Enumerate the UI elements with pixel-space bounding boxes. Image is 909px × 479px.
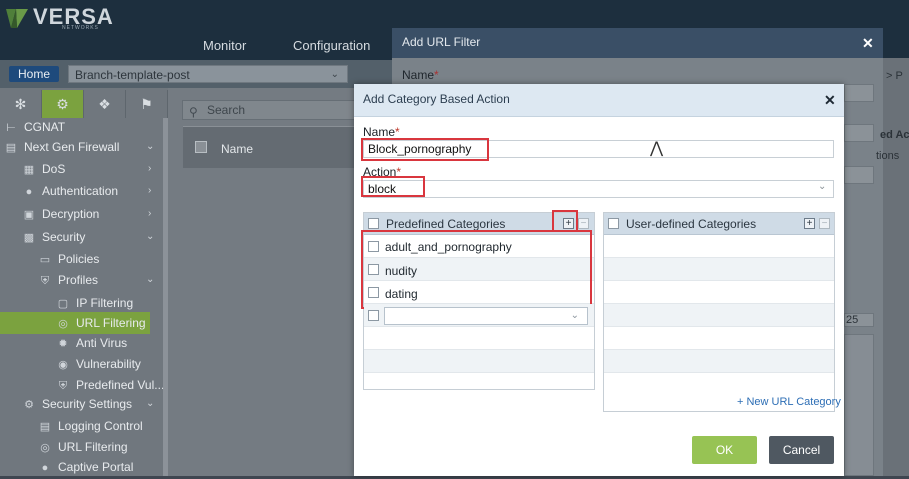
predefined-header-label: Predefined Categories bbox=[386, 217, 506, 231]
sidebar-item-authentication[interactable]: ● Authentication › bbox=[22, 180, 164, 202]
user-icon: ● bbox=[25, 186, 33, 198]
logo-subtitle: NETWORKS bbox=[62, 25, 99, 31]
tab-services-icon[interactable]: ⚙ bbox=[42, 90, 84, 118]
close-icon[interactable]: ✕ bbox=[862, 35, 874, 52]
row-checkbox[interactable] bbox=[368, 310, 379, 321]
sidebar-item-url-filtering[interactable]: ◎ URL Filtering bbox=[56, 312, 145, 334]
select-all-checkbox[interactable] bbox=[195, 141, 207, 153]
pager-count: 25 bbox=[846, 314, 859, 326]
empty-row bbox=[364, 350, 594, 373]
ok-button[interactable]: OK bbox=[692, 436, 757, 464]
dos-icon: ▦ bbox=[23, 164, 35, 176]
sidebar-item-security-settings[interactable]: ⚙ Security Settings ⌄ bbox=[22, 393, 164, 415]
url-filter-field-2[interactable] bbox=[844, 124, 874, 142]
firewall-icon: ▤ bbox=[5, 142, 17, 154]
url-filter-name-field[interactable] bbox=[844, 84, 874, 102]
user-defined-select-all-checkbox[interactable] bbox=[608, 218, 619, 229]
empty-row bbox=[364, 373, 594, 396]
chevron-down-icon: ⌄ bbox=[146, 141, 155, 152]
log-icon: ▤ bbox=[39, 421, 51, 433]
chevron-down-icon: ⌄ bbox=[330, 69, 339, 80]
predefined-actions-fragment: ed Ac bbox=[880, 129, 909, 141]
branch-select-value: Branch-template-post bbox=[75, 68, 190, 82]
shield-icon: ⛨ bbox=[40, 275, 50, 287]
sidebar-item-dos[interactable]: ▦ DoS › bbox=[22, 158, 164, 180]
tab-objects-icon[interactable]: ❖ bbox=[84, 90, 126, 118]
search-icon: ⚲ bbox=[189, 105, 198, 119]
empty-row bbox=[604, 327, 834, 350]
user-defined-header-label: User-defined Categories bbox=[626, 217, 757, 231]
chevron-right-icon: › bbox=[148, 163, 152, 174]
chevron-down-icon: ⌄ bbox=[146, 274, 155, 285]
empty-row bbox=[604, 281, 834, 304]
remove-icon[interactable]: − bbox=[578, 218, 589, 229]
sidebar-item-next-gen-firewall[interactable]: ▤ Next Gen Firewall ⌄ bbox=[4, 136, 164, 158]
home-button[interactable]: Home bbox=[9, 66, 59, 82]
tab-network-icon[interactable]: ✻ bbox=[0, 90, 42, 118]
url-filter-dialog-title: Add URL Filter bbox=[402, 35, 481, 49]
name-highlight-box bbox=[361, 138, 489, 161]
sidebar-item-ip-filtering[interactable]: ▢ IP Filtering bbox=[56, 292, 133, 314]
modal-title: Add Category Based Action bbox=[363, 92, 510, 106]
wall-icon: ▩ bbox=[23, 232, 35, 244]
empty-row bbox=[364, 327, 594, 350]
background-right-strip bbox=[883, 58, 909, 476]
sidebar-item-captive-portal[interactable]: ● Captive Portal bbox=[38, 456, 134, 478]
gear-icon: ⚙ bbox=[24, 399, 34, 411]
column-name-header[interactable]: Name bbox=[221, 142, 253, 156]
sidebar-item-profiles[interactable]: ⛨ Profiles ⌄ bbox=[38, 269, 164, 291]
sidebar-item-logging-control[interactable]: ▤ Logging Control bbox=[38, 415, 143, 437]
chevron-down-icon: ⌄ bbox=[570, 310, 579, 321]
url-filter-name-label: Name* bbox=[402, 68, 439, 82]
lock-icon: ▣ bbox=[23, 209, 35, 221]
nav-monitor[interactable]: Monitor bbox=[203, 38, 246, 53]
actions-fragment: tions bbox=[876, 150, 900, 162]
text-cursor-icon: ⋀ bbox=[650, 140, 664, 157]
versa-logo-icon bbox=[6, 9, 28, 28]
url-filter-field-3[interactable] bbox=[844, 166, 874, 184]
close-icon[interactable]: ✕ bbox=[824, 92, 836, 109]
sidebar-item-vulnerability[interactable]: ◉ Vulnerability bbox=[56, 353, 141, 375]
action-select[interactable]: block bbox=[363, 180, 834, 198]
sidebar-item-cgnat[interactable]: ⊢ CGNAT bbox=[4, 116, 65, 138]
chevron-right-icon: › bbox=[148, 185, 152, 196]
chevron-down-icon: ⌄ bbox=[818, 181, 827, 192]
bug-icon: ✹ bbox=[58, 338, 68, 350]
breadcrumb-fragment: > P bbox=[886, 70, 903, 82]
chevron-right-icon: › bbox=[148, 208, 152, 219]
empty-row bbox=[604, 235, 834, 258]
search-placeholder: Search bbox=[207, 103, 246, 117]
sidebar-tabs: ✻ ⚙ ❖ ⚑ bbox=[0, 90, 168, 118]
nav-configuration[interactable]: Configuration bbox=[293, 38, 370, 53]
sidebar-item-security[interactable]: ▩ Security ⌄ bbox=[22, 226, 164, 248]
sidebar-item-decryption[interactable]: ▣ Decryption › bbox=[22, 203, 164, 225]
empty-row bbox=[604, 258, 834, 281]
empty-row bbox=[604, 304, 834, 327]
add-icon[interactable]: + bbox=[804, 218, 815, 229]
categories-highlight-box bbox=[361, 230, 592, 309]
sidebar-item-anti-virus[interactable]: ✹ Anti Virus bbox=[56, 332, 127, 354]
branch-select[interactable]: Branch-template-post ⌄ bbox=[68, 65, 348, 83]
category-select[interactable]: ⌄ bbox=[384, 307, 588, 325]
add-button-highlight-box bbox=[552, 210, 578, 232]
target-icon: ◉ bbox=[58, 359, 68, 371]
chevron-down-icon: ⌄ bbox=[146, 398, 155, 409]
document-icon: ▭ bbox=[39, 254, 51, 266]
chevron-down-icon: ⌄ bbox=[146, 231, 155, 242]
empty-row bbox=[604, 350, 834, 373]
sidebar-item-url-filtering-settings[interactable]: ◎ URL Filtering bbox=[38, 436, 127, 458]
remove-icon[interactable]: − bbox=[819, 218, 830, 229]
name-label: Name* bbox=[363, 125, 400, 139]
action-highlight-box bbox=[361, 176, 425, 197]
tab-others-icon[interactable]: ⚑ bbox=[126, 90, 168, 118]
cancel-button[interactable]: Cancel bbox=[769, 436, 834, 464]
predefined-select-all-checkbox[interactable] bbox=[368, 218, 379, 229]
new-url-category-link[interactable]: + New URL Category bbox=[737, 396, 841, 408]
url-filter-grid bbox=[844, 334, 874, 476]
sidebar-item-policies[interactable]: ▭ Policies bbox=[38, 248, 100, 270]
